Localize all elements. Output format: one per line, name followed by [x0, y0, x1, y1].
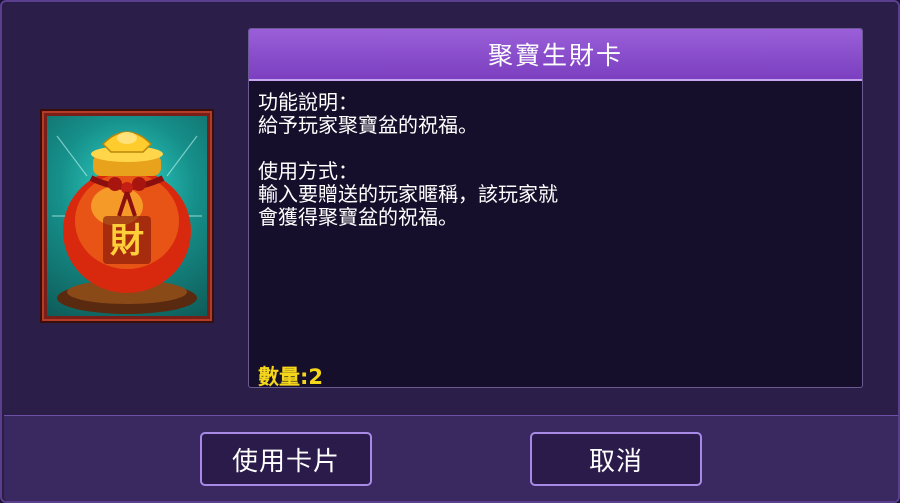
usage-section: 使用方式： 輸入要贈送的玩家暱稱，該玩家就 會獲得聚寶盆的祝福。 — [258, 160, 852, 229]
dialog-button-bar — [4, 415, 898, 501]
usage-text-line-1: 輸入要贈送的玩家暱稱，該玩家就 — [258, 182, 558, 206]
cancel-button[interactable]: 取消 — [530, 432, 702, 486]
function-heading: 功能說明： — [258, 90, 358, 114]
svg-text:財: 財 — [110, 221, 144, 261]
use-card-button[interactable]: 使用卡片 — [200, 432, 372, 486]
item-title: 聚寶生財卡 — [249, 29, 862, 81]
card-image-frame: 財 — [40, 109, 214, 323]
quantity-label: 數量:2 — [258, 365, 324, 389]
usage-heading: 使用方式： — [258, 159, 358, 183]
item-description: 功能說明： 給予玩家聚寶盆的祝福。 使用方式： 輸入要贈送的玩家暱稱，該玩家就 … — [249, 81, 862, 229]
item-info-panel: 聚寶生財卡 功能說明： 給予玩家聚寶盆的祝福。 使用方式： 輸入要贈送的玩家暱稱… — [248, 28, 863, 388]
treasure-pot-icon: 財 — [47, 116, 207, 316]
function-text: 給予玩家聚寶盆的祝福。 — [258, 113, 478, 137]
function-section: 功能說明： 給予玩家聚寶盆的祝福。 — [258, 91, 852, 137]
usage-text-line-2: 會獲得聚寶盆的祝福。 — [258, 205, 458, 229]
